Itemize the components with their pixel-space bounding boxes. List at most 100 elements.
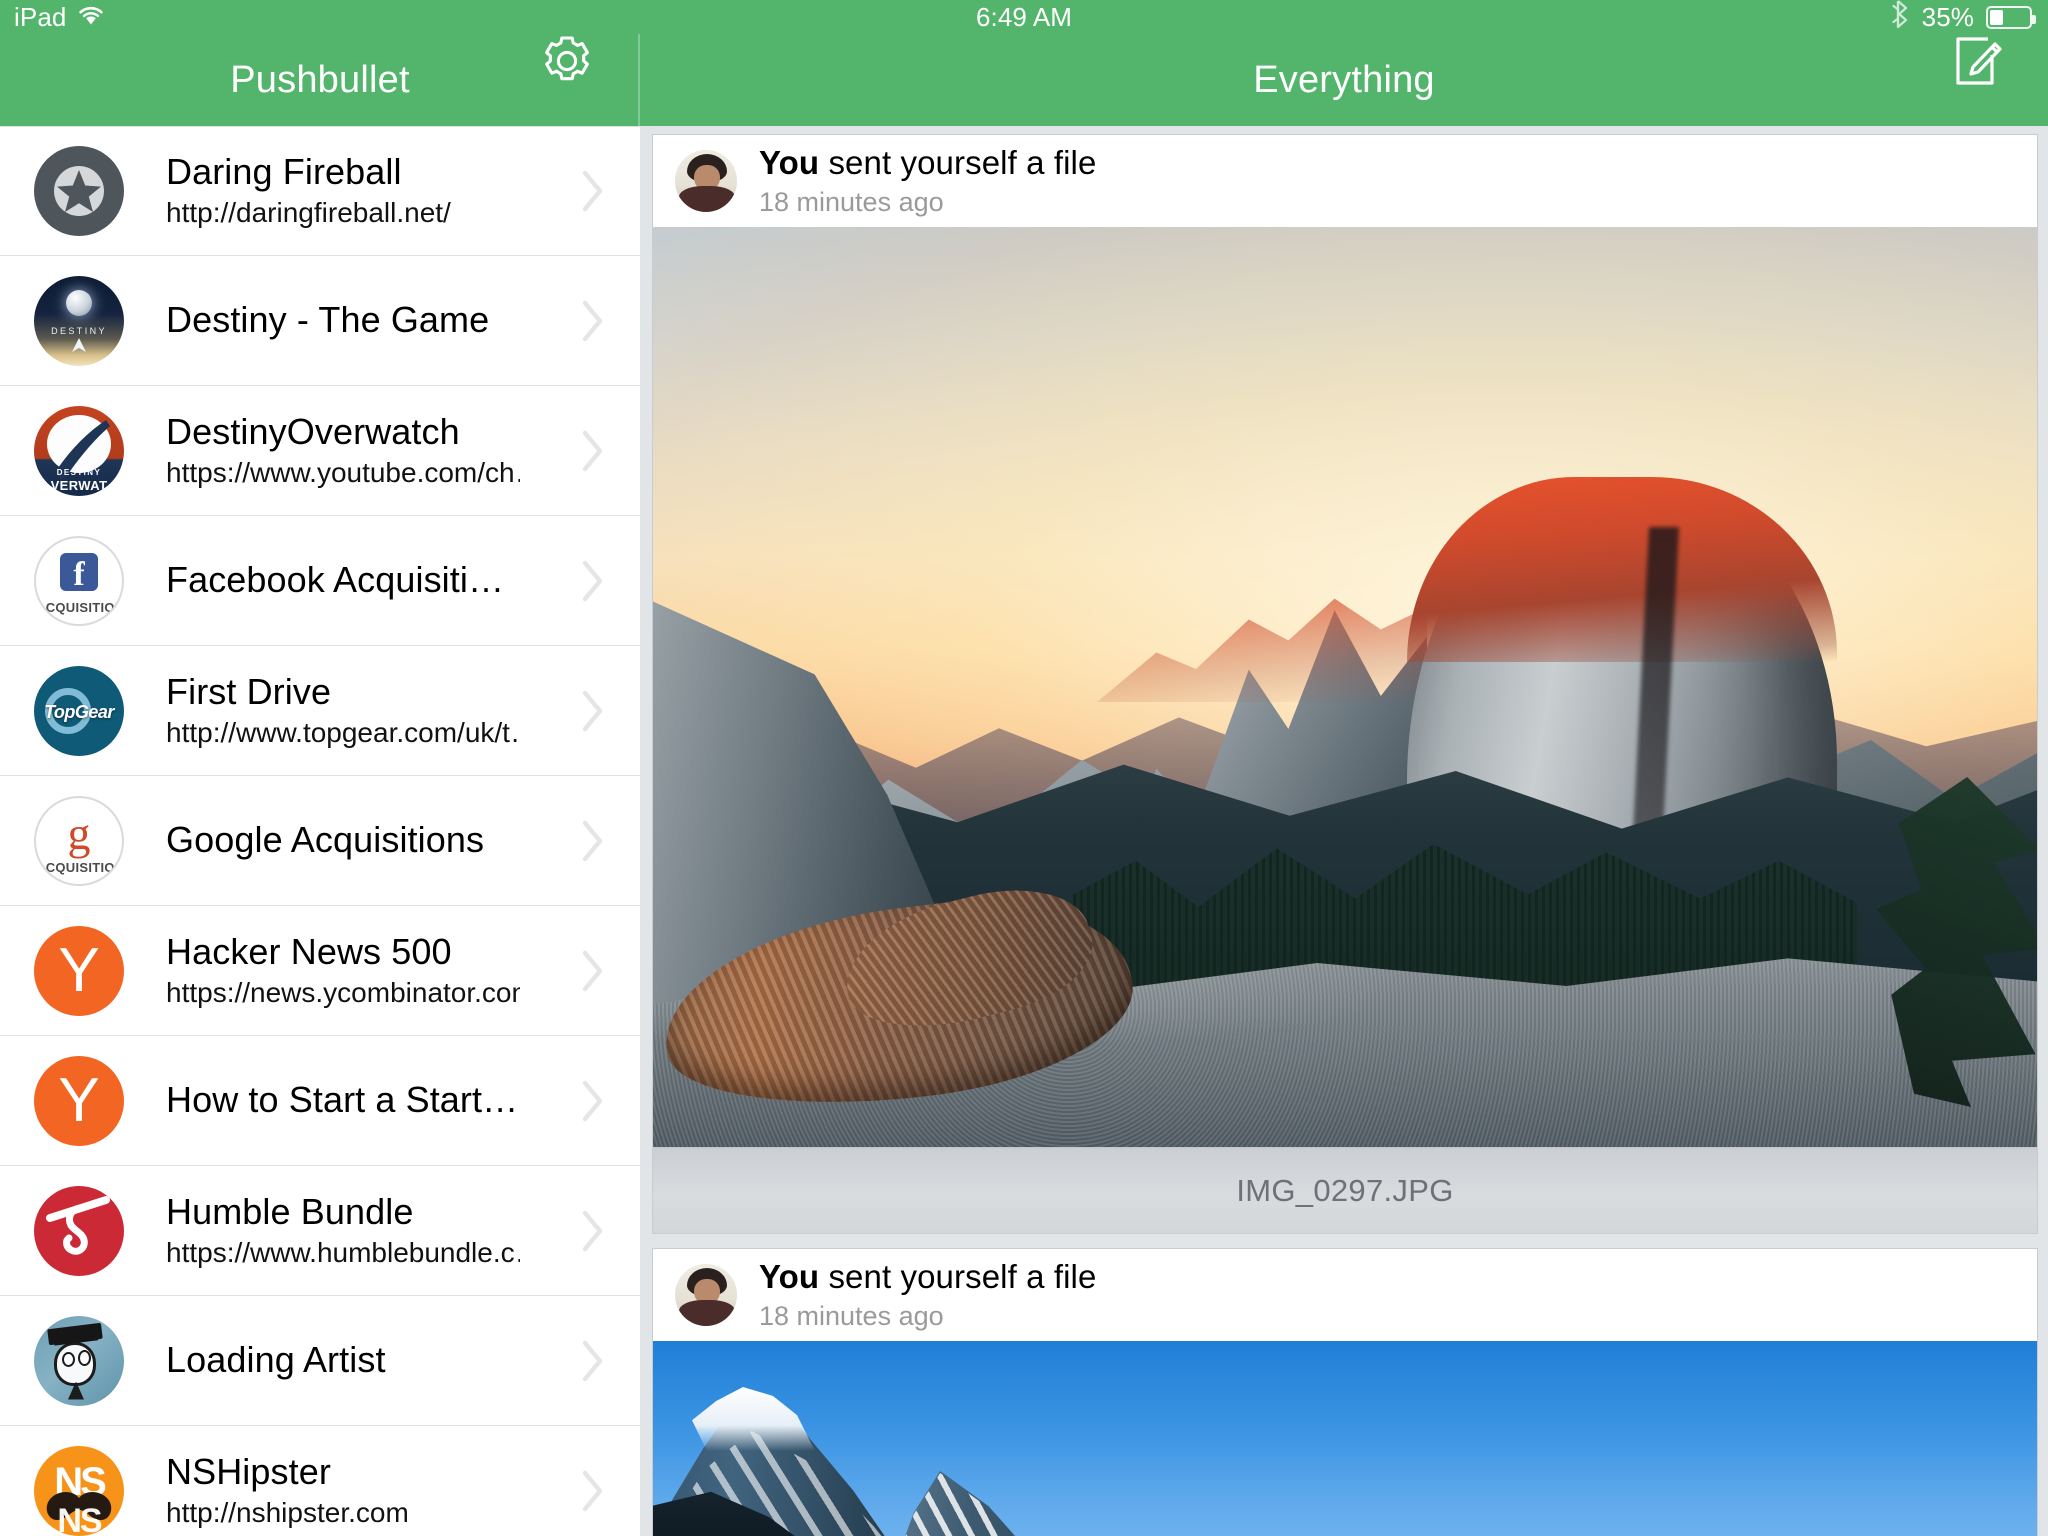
- sidebar-item-destinyoverwatch[interactable]: DESTINY VERWAT DestinyOverwatch https://…: [0, 386, 640, 516]
- sidebar-item-how-to-start-a-startup[interactable]: Y How to Start a Startup: [0, 1036, 640, 1166]
- ycombinator-icon: Y: [34, 1055, 124, 1146]
- channel-text: NSHipster http://nshipster.com: [166, 1452, 640, 1530]
- user-avatar: [675, 1264, 737, 1326]
- push-meta: You sent yourself a file 18 minutes ago: [759, 144, 1096, 218]
- topgear-icon: TopGear: [34, 665, 124, 756]
- push-summary: You sent yourself a file: [759, 1258, 1096, 1297]
- sidebar-item-hacker-news-500[interactable]: Y Hacker News 500 https://news.ycombinat…: [0, 906, 640, 1036]
- loading-artist-icon: [34, 1315, 124, 1406]
- chevron-right-icon: [582, 169, 604, 213]
- push-filename: IMG_0297.JPG: [653, 1147, 2037, 1233]
- destiny-overwatch-icon: DESTINY VERWAT: [34, 405, 124, 496]
- chevron-right-icon: [582, 949, 604, 993]
- channel-text: Loading Artist: [166, 1340, 640, 1380]
- compose-pencil-icon: [1948, 33, 2004, 94]
- chevron-right-icon: [582, 1209, 604, 1253]
- sidebar-item-facebook-acquisitions[interactable]: f ACQUISITIONS Facebook Acquisitions: [0, 516, 640, 646]
- sidebar-item-nshipster[interactable]: NS NS NSHipster http://nshipster.com: [0, 1426, 640, 1536]
- push-timestamp: 18 minutes ago: [759, 186, 944, 217]
- status-bar-right: 35%: [1892, 0, 2036, 35]
- user-avatar: [675, 150, 737, 212]
- chevron-right-icon: [582, 1079, 604, 1123]
- battery-percent-label: 35%: [1921, 1, 1974, 32]
- humble-bundle-icon: [34, 1185, 124, 1276]
- facebook-acquisitions-icon: f ACQUISITIONS: [34, 535, 124, 626]
- destiny-game-icon: DESTINY: [34, 275, 124, 366]
- push-action: sent yourself a file: [819, 143, 1097, 181]
- channel-url: http://www.topgear.com/uk/t…: [166, 716, 520, 748]
- channel-title: Hacker News 500: [166, 931, 452, 972]
- app-title: Pushbullet: [230, 58, 410, 101]
- chevron-right-icon: [582, 1339, 604, 1383]
- push-image-yosemite[interactable]: [653, 227, 2037, 1147]
- channel-title: Destiny - The Game: [166, 300, 490, 341]
- acquisitions-badge-label: ACQUISITIONS: [36, 859, 124, 875]
- sidebar-item-google-acquisitions[interactable]: g ACQUISITIONS Google Acquisitions: [0, 776, 640, 906]
- push-card[interactable]: You sent yourself a file 18 minutes ago …: [652, 134, 2038, 1234]
- channel-text: DestinyOverwatch https://www.youtube.com…: [166, 412, 640, 490]
- sidebar-item-first-drive[interactable]: TopGear First Drive http://www.topgear.c…: [0, 646, 640, 776]
- battery-fill: [1990, 9, 2004, 25]
- channel-url: https://www.youtube.com/ch…: [166, 456, 520, 488]
- push-action: sent yourself a file: [819, 1257, 1097, 1295]
- push-summary: You sent yourself a file: [759, 144, 1096, 183]
- channel-text: Humble Bundle https://www.humblebundle.c…: [166, 1192, 640, 1270]
- sidebar-item-destiny-the-game[interactable]: DESTINY Destiny - The Game: [0, 256, 640, 386]
- bluetooth-icon: [1892, 0, 1910, 35]
- push-actor: You: [759, 143, 820, 181]
- channel-title: Daring Fireball: [166, 152, 402, 193]
- daring-fireball-star-icon: [34, 146, 124, 236]
- main-panel: Everything You sent yourself a file 18 m…: [640, 0, 2048, 1536]
- channel-text: Facebook Acquisitions: [166, 560, 640, 600]
- channel-title: Loading Artist: [166, 1340, 386, 1381]
- sidebar-item-loading-artist[interactable]: Loading Artist: [0, 1296, 640, 1426]
- google-acquisitions-icon: g ACQUISITIONS: [34, 795, 124, 886]
- channel-text: How to Start a Startup: [166, 1080, 640, 1120]
- sidebar-item-humble-bundle[interactable]: Humble Bundle https://www.humblebundle.c…: [0, 1166, 640, 1296]
- compose-button[interactable]: [1946, 33, 2006, 93]
- pushbullet-app: iPad 6:49 AM 35% Pushbullet Daring Fireb…: [0, 0, 2048, 1536]
- status-bar-clock: 6:49 AM: [975, 1, 1073, 32]
- battery-icon: [1986, 5, 2036, 29]
- chevron-right-icon: [582, 559, 604, 603]
- chevron-right-icon: [582, 819, 604, 863]
- y-glyph: Y: [58, 1065, 100, 1135]
- push-feed[interactable]: You sent yourself a file 18 minutes ago …: [640, 126, 2048, 1536]
- channel-url: https://news.ycombinator.com: [166, 976, 520, 1008]
- channel-title: Facebook Acquisitions: [166, 560, 520, 601]
- chevron-right-icon: [582, 299, 604, 343]
- channel-title: First Drive: [166, 671, 332, 712]
- channel-title: Google Acquisitions: [166, 820, 485, 861]
- page-title: Everything: [1253, 58, 1435, 101]
- ycombinator-icon: Y: [34, 925, 124, 1016]
- channel-list[interactable]: Daring Fireball http://daringfireball.ne…: [0, 126, 640, 1536]
- channel-url: https://www.humblebundle.c…: [166, 1236, 520, 1268]
- channel-text: Hacker News 500 https://news.ycombinator…: [166, 932, 640, 1010]
- channel-url: http://nshipster.com: [166, 1496, 409, 1528]
- channel-text: Google Acquisitions: [166, 820, 640, 860]
- push-meta: You sent yourself a file 18 minutes ago: [759, 1258, 1096, 1332]
- push-header: You sent yourself a file 18 minutes ago: [653, 135, 2037, 227]
- channel-title: Humble Bundle: [166, 1191, 414, 1232]
- sidebar-item-daring-fireball[interactable]: Daring Fireball http://daringfireball.ne…: [0, 126, 640, 256]
- gear-icon: [539, 33, 595, 94]
- channel-text: Destiny - The Game: [166, 300, 640, 340]
- push-timestamp: 18 minutes ago: [759, 1300, 944, 1331]
- chevron-right-icon: [582, 1469, 604, 1513]
- channel-title: NSHipster: [166, 1451, 331, 1492]
- chevron-right-icon: [582, 429, 604, 473]
- acquisitions-badge-label: ACQUISITIONS: [36, 599, 124, 615]
- push-header: You sent yourself a file 18 minutes ago: [653, 1249, 2037, 1341]
- push-image-snowy-peaks[interactable]: [653, 1341, 2037, 1536]
- sidebar: Pushbullet Daring Fireball http://daring…: [0, 0, 640, 1536]
- status-bar: iPad 6:49 AM 35%: [0, 0, 2048, 34]
- channel-text: Daring Fireball http://daringfireball.ne…: [166, 152, 640, 230]
- settings-button[interactable]: [536, 32, 598, 94]
- channel-text: First Drive http://www.topgear.com/uk/t…: [166, 672, 640, 750]
- push-actor: You: [759, 1257, 820, 1295]
- y-glyph: Y: [58, 935, 100, 1005]
- chevron-right-icon: [582, 689, 604, 733]
- nshipster-icon: NS NS: [34, 1445, 124, 1536]
- push-card[interactable]: You sent yourself a file 18 minutes ago: [652, 1248, 2038, 1536]
- channel-title: How to Start a Startup: [166, 1080, 520, 1121]
